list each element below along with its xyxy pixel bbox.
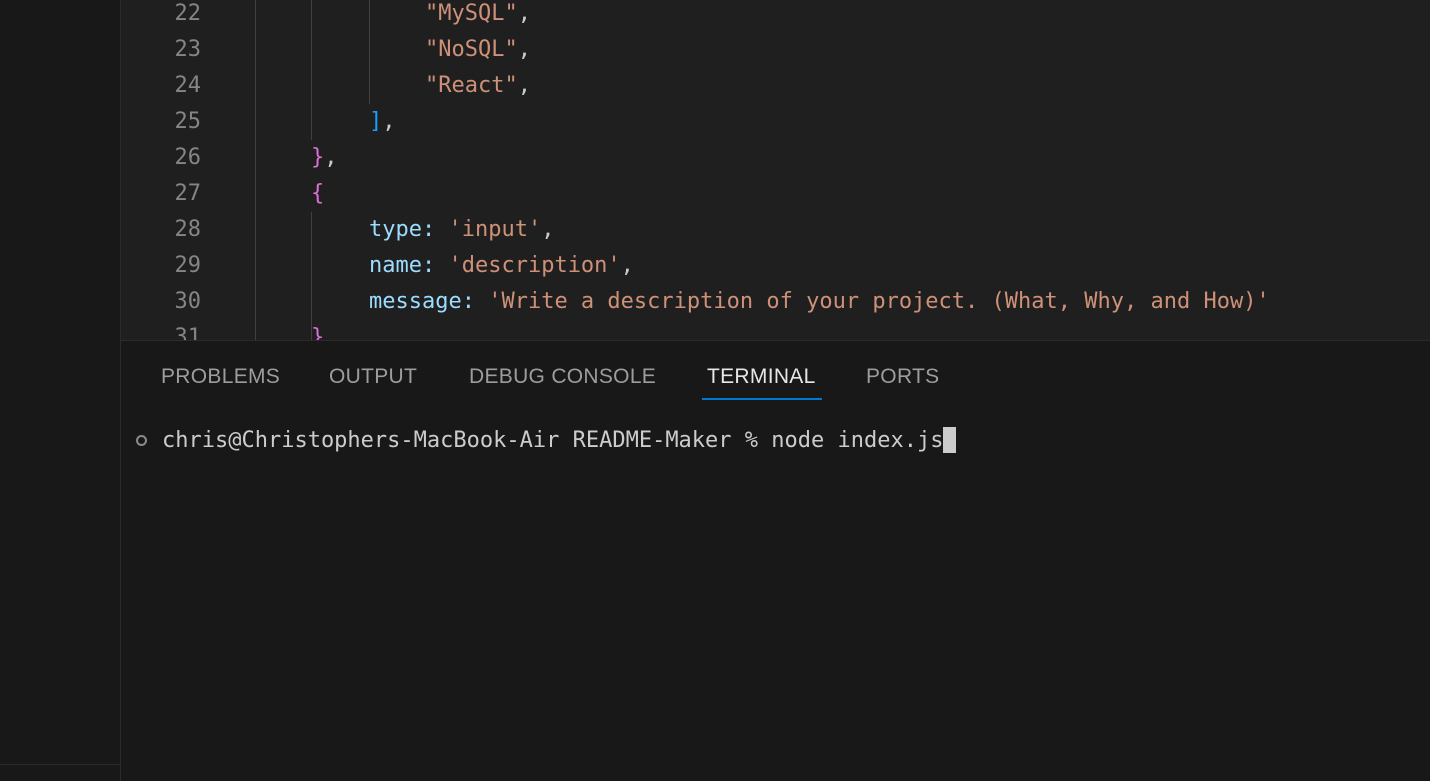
code-token: 'description' [448, 253, 621, 278]
line-number: 26 [174, 145, 202, 170]
line-number: 31 [174, 325, 202, 340]
code-token: 'Write a description of your project. (W… [488, 289, 1270, 314]
bottom-panel: PROBLEMS OUTPUT DEBUG CONSOLE TERMINAL P… [121, 340, 1430, 781]
code-line[interactable]: 26}, [121, 140, 1430, 176]
line-number: 22 [174, 1, 202, 26]
code-content: "MySQL", [425, 0, 531, 32]
sidebar [0, 0, 121, 781]
code-content: "React", [425, 68, 531, 104]
code-token: , [620, 253, 634, 278]
code-token: 'input' [448, 217, 542, 242]
code-token: "React" [425, 73, 518, 98]
code-token: , [541, 217, 555, 242]
code-line[interactable]: 31} [121, 320, 1430, 340]
terminal-prompt: chris@Christophers-MacBook-Air README-Ma… [162, 427, 957, 453]
panel-tabs: PROBLEMS OUTPUT DEBUG CONSOLE TERMINAL P… [121, 341, 1430, 401]
code-line[interactable]: 27 { [121, 176, 1430, 212]
tab-debug-console[interactable]: DEBUG CONSOLE [469, 365, 656, 389]
code-token: } [311, 145, 325, 170]
code-content: type: 'input', [369, 212, 554, 248]
code-line[interactable]: 28 type: 'input', [121, 212, 1430, 248]
command-text: node index.js [771, 428, 944, 453]
line-number: 24 [174, 73, 202, 98]
line-number: 28 [174, 217, 202, 242]
code-token: , [517, 1, 531, 26]
code-editor[interactable]: 22 "MySQL", 23 "NoSQL", 24 "React", 25], 26}, 27… [121, 0, 1430, 340]
code-content: { [311, 176, 324, 212]
code-line[interactable]: 24 "React", [121, 68, 1430, 104]
code-line[interactable]: 22 "MySQL", [121, 0, 1430, 32]
command-status-icon [136, 435, 147, 446]
tab-terminal[interactable]: TERMINAL [707, 365, 816, 389]
line-number: 29 [174, 253, 202, 278]
code-line[interactable]: 23 "NoSQL", [121, 32, 1430, 68]
code-content: } [311, 320, 324, 340]
code-content: message: 'Write a description of your pr… [369, 284, 1270, 320]
tab-output[interactable]: OUTPUT [329, 365, 417, 389]
code-token: "MySQL" [425, 1, 518, 26]
code-token: , [517, 73, 531, 98]
code-line[interactable]: 25], [121, 104, 1430, 140]
code-token: , [324, 145, 338, 170]
vscode-window: 22 "MySQL", 23 "NoSQL", 24 "React", 25], 26}, 27… [0, 0, 1430, 781]
code-content: "NoSQL", [425, 32, 531, 68]
code-line[interactable]: 29 name: 'description', [121, 248, 1430, 284]
active-tab-indicator [702, 398, 822, 400]
line-number: 25 [174, 109, 202, 134]
code-content: ], [369, 104, 396, 140]
sidebar-divider [0, 764, 120, 765]
code-token: { [311, 181, 325, 206]
code-token: , [382, 109, 396, 134]
code-token: name: [369, 253, 436, 278]
code-token: "NoSQL" [425, 37, 518, 62]
code-token: , [517, 37, 531, 62]
line-number: 30 [174, 289, 202, 314]
tab-ports[interactable]: PORTS [866, 365, 939, 389]
code-token: type: [369, 217, 436, 242]
tab-problems[interactable]: PROBLEMS [161, 365, 280, 389]
code-content: }, [311, 140, 338, 176]
code-content: name: 'description', [369, 248, 634, 284]
code-token: } [311, 325, 325, 340]
line-number: 27 [174, 181, 202, 206]
code-token: message: [369, 289, 475, 314]
code-line[interactable]: 30 message: 'Write a description of your … [121, 284, 1430, 320]
prompt-text: chris@Christophers-MacBook-Air README-Ma… [162, 428, 772, 453]
code-token: ] [369, 109, 383, 134]
terminal-cursor [943, 427, 957, 453]
line-number: 23 [174, 37, 202, 62]
terminal-line[interactable]: chris@Christophers-MacBook-Air README-Ma… [121, 425, 1430, 461]
